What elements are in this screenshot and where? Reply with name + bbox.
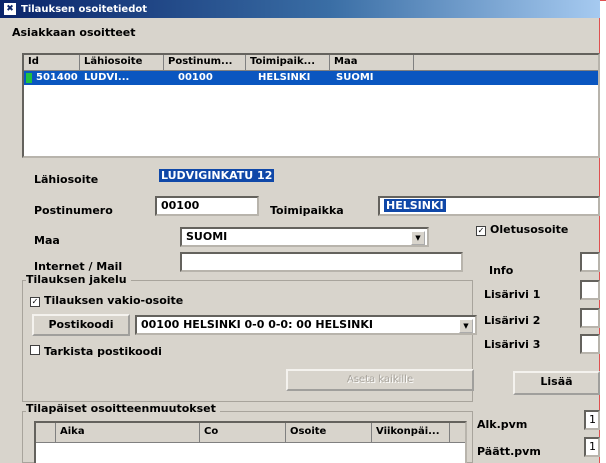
table-row[interactable]: 501400 LUDVI... 00100 HELSINKI SUOMI	[24, 71, 598, 85]
cell-postal: 00100	[178, 72, 213, 83]
city-field[interactable]: HELSINKI	[378, 196, 600, 216]
column-header-co[interactable]: Co	[200, 423, 286, 442]
column-header-address[interactable]: Osoite	[286, 423, 372, 442]
city-value: HELSINKI	[384, 199, 446, 212]
chevron-down-icon[interactable]: ▼	[459, 319, 473, 333]
city-label: Toimipaikka	[270, 204, 344, 217]
postal-code-select[interactable]: 00100 HELSINKI 0-0 0-0: 00 HELSINKI ▼	[135, 315, 477, 335]
extra-row-3-label: Lisärivi 3	[484, 338, 541, 351]
standard-address-checkbox[interactable]: ✓ Tilauksen vakio-osoite	[30, 294, 183, 307]
temporary-changes-title: Tilapäiset osoitteenmuutokset	[26, 402, 220, 415]
addresses-section-title: Asiakkaan osoitteet	[12, 26, 136, 39]
extra-row-2-field[interactable]	[580, 308, 600, 328]
postal-code-button[interactable]: Postikoodi	[32, 314, 130, 336]
extra-row-2-label: Lisärivi 2	[484, 314, 541, 327]
checkbox-empty-icon	[30, 345, 40, 355]
column-header-id[interactable]: Id	[24, 55, 80, 70]
country-value: SUOMI	[186, 230, 228, 243]
street-field[interactable]: LUDVIGINKATU 12	[155, 168, 600, 186]
temporary-changes-list[interactable]: Aika Co Osoite Viikonpäi...	[34, 421, 467, 463]
check-postal-code-label: Tarkista postikoodi	[44, 345, 162, 358]
selection-marker	[26, 73, 32, 83]
start-date-field[interactable]: 1	[584, 410, 600, 430]
extra-row-1-field[interactable]	[580, 280, 600, 300]
country-label: Maa	[34, 234, 60, 247]
cell-city: HELSINKI	[258, 72, 311, 83]
column-header-street[interactable]: Lähiosoite	[80, 55, 164, 70]
temporary-list-header: Aika Co Osoite Viikonpäi...	[36, 423, 465, 443]
column-header-country[interactable]: Maa	[330, 55, 414, 70]
check-postal-code-checkbox[interactable]: Tarkista postikoodi	[30, 345, 162, 358]
standard-address-label: Tilauksen vakio-osoite	[44, 294, 184, 307]
country-select[interactable]: SUOMI ▼	[180, 227, 429, 247]
postal-code-label: Postinumero	[34, 204, 113, 217]
column-header-weekday[interactable]: Viikonpäi...	[372, 423, 450, 442]
apply-all-button: Aseta kaikille	[286, 369, 474, 391]
column-header-time[interactable]: Aika	[56, 423, 200, 442]
info-field[interactable]	[580, 252, 600, 272]
checkbox-checked-icon: ✓	[30, 297, 40, 307]
start-date-label: Alk.pvm	[477, 418, 528, 431]
default-address-label: Oletusosoite	[490, 223, 569, 236]
column-header-city[interactable]: Toimipaik...	[246, 55, 330, 70]
add-button[interactable]: Lisää	[513, 371, 600, 395]
addresses-list-header: Id Lähiosoite Postinum... Toimipaik... M…	[24, 55, 598, 71]
chevron-down-icon[interactable]: ▼	[411, 231, 425, 245]
column-header-blank	[36, 423, 56, 442]
internet-label: Internet / Mail	[34, 260, 123, 273]
internet-field[interactable]	[180, 252, 463, 272]
column-header-filler	[414, 55, 598, 70]
column-header-postal[interactable]: Postinum...	[164, 55, 246, 70]
cell-id: 501400	[24, 71, 80, 85]
cell-filler	[414, 71, 598, 85]
delivery-group-title: Tilauksen jakelu	[26, 273, 131, 286]
extra-row-1-label: Lisärivi 1	[484, 288, 541, 301]
postal-code-field[interactable]: 00100	[155, 196, 259, 216]
street-value: LUDVIGINKATU 12	[159, 169, 275, 182]
default-address-checkbox[interactable]: ✓ Oletusosoite	[476, 223, 568, 236]
title-bar: ✖ Tilauksen osoitetiedot	[0, 0, 600, 18]
cell-id-text: 501400	[36, 72, 78, 83]
info-label: Info	[489, 264, 514, 277]
window-title: Tilauksen osoitetiedot	[21, 3, 148, 15]
addresses-list[interactable]: Id Lähiosoite Postinum... Toimipaik... M…	[22, 53, 600, 158]
end-date-label: Päätt.pvm	[477, 445, 541, 458]
extra-row-3-field[interactable]	[580, 334, 600, 354]
dialog-window: Asiakkaan osoitteet Id Lähiosoite Postin…	[0, 18, 600, 463]
postal-code-select-value: 00100 HELSINKI 0-0 0-0: 00 HELSINKI	[141, 318, 374, 331]
end-date-field[interactable]: 1	[584, 437, 600, 457]
cell-country: SUOMI	[336, 72, 374, 83]
app-icon: ✖	[4, 3, 16, 15]
street-label: Lähiosoite	[34, 173, 99, 186]
column-header-filler	[450, 423, 465, 442]
checkbox-checked-icon: ✓	[476, 226, 486, 236]
cell-street: LUDVI...	[84, 72, 130, 83]
